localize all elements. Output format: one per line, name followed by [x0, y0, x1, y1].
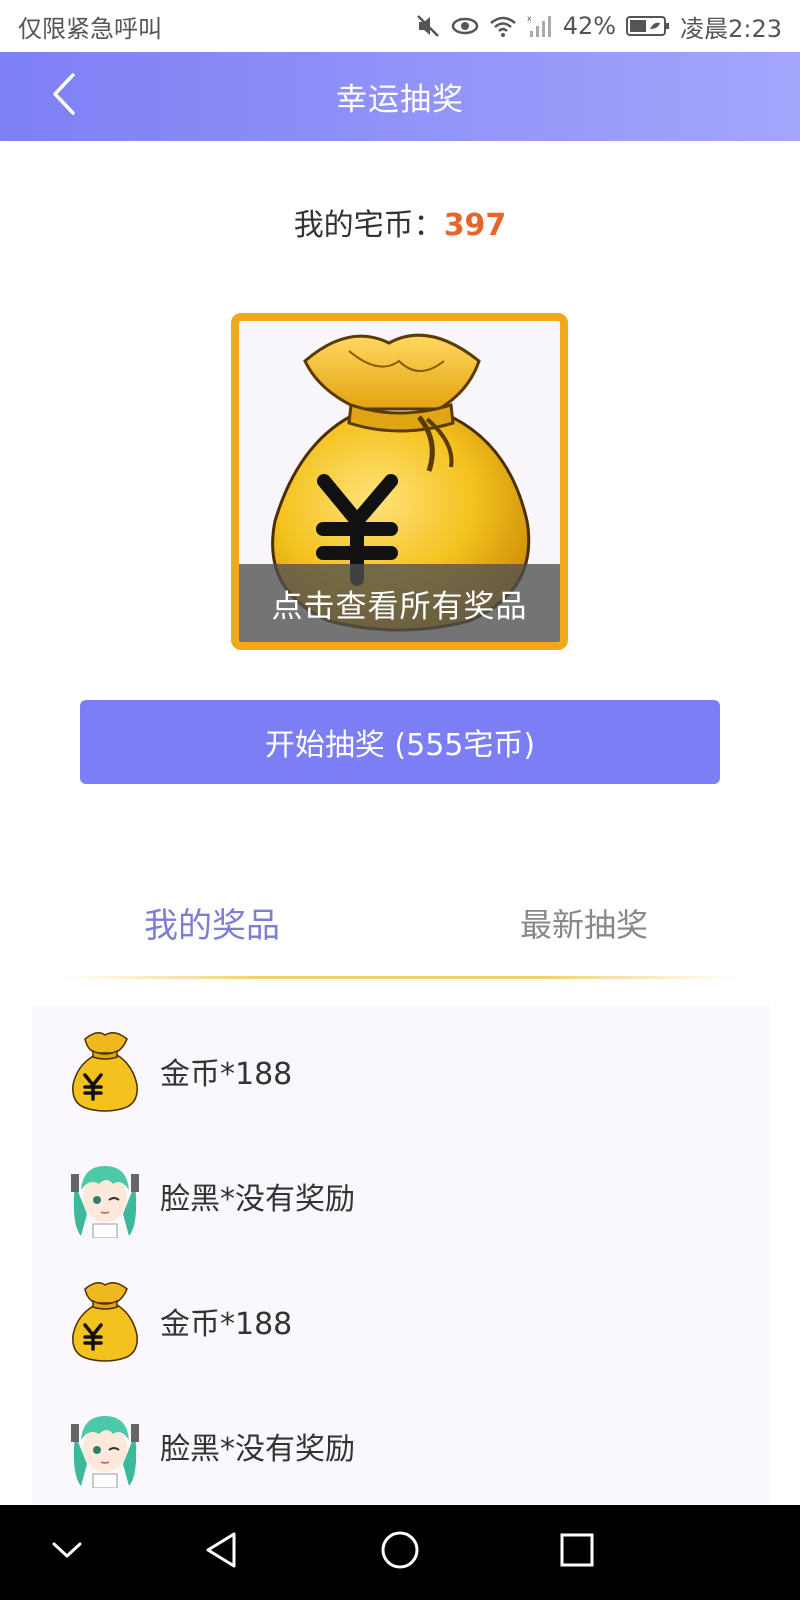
- list-item[interactable]: 脸黑*没有奖励: [32, 1386, 770, 1506]
- chevron-left-icon: [49, 71, 79, 121]
- signal-icon: x: [527, 13, 553, 39]
- prize-label: 金币*188: [160, 1307, 293, 1342]
- prize-label: 脸黑*没有奖励: [160, 1182, 355, 1217]
- money-bag-icon: [72, 1032, 138, 1112]
- nav-back-button[interactable]: [197, 1527, 247, 1577]
- list-item[interactable]: 金币*188: [32, 1261, 770, 1381]
- prize-tabs: 我的奖品 最新抽奖: [62, 880, 738, 980]
- eye-icon: [451, 13, 479, 39]
- back-button[interactable]: [44, 72, 84, 120]
- nav-collapse-button[interactable]: [42, 1527, 92, 1577]
- battery-percent: 42%: [562, 12, 617, 40]
- page-title: 幸运抽奖: [336, 82, 464, 118]
- status-emergency-text: 仅限紧急呼叫: [18, 14, 162, 43]
- start-draw-button[interactable]: 开始抽奖 (555宅币): [80, 700, 720, 784]
- status-bar: 仅限紧急呼叫 x 42% 凌晨2:23: [0, 0, 800, 52]
- anime-avatar-icon: [71, 1416, 139, 1488]
- wifi-icon: [489, 13, 517, 39]
- prize-list: 金币*188 脸黑*没有奖励 金币*188 脸黑*没有奖励: [32, 1005, 770, 1505]
- tab-my-prizes[interactable]: 我的奖品: [144, 898, 280, 947]
- tab-latest-draws[interactable]: 最新抽奖: [520, 900, 648, 946]
- list-item[interactable]: 脸黑*没有奖励: [32, 1136, 770, 1256]
- app-header: 幸运抽奖: [0, 52, 800, 141]
- list-item[interactable]: 金币*188: [32, 1011, 770, 1131]
- chevron-down-icon: [50, 1538, 84, 1566]
- status-icons: x 42% 凌晨2:23: [415, 9, 782, 44]
- anime-avatar-icon: [71, 1166, 139, 1238]
- prize-label: 脸黑*没有奖励: [160, 1432, 355, 1467]
- money-bag-icon: [72, 1282, 138, 1362]
- all-prizes-card[interactable]: 点击查看所有奖品: [231, 313, 568, 650]
- all-prizes-text: 点击查看所有奖品: [271, 588, 528, 625]
- nav-recents-button[interactable]: [552, 1527, 602, 1577]
- all-prizes-overlay: 点击查看所有奖品: [239, 564, 560, 642]
- svg-text:x: x: [527, 14, 532, 23]
- status-time: 凌晨2:23: [680, 14, 782, 43]
- nav-home-button[interactable]: [375, 1527, 425, 1577]
- battery-icon: [626, 14, 670, 38]
- tab-divider: [62, 976, 738, 979]
- back-triangle-icon: [202, 1530, 242, 1574]
- coin-balance-value: 397: [443, 208, 507, 243]
- system-nav-bar: [0, 1505, 800, 1600]
- prize-label: 金币*188: [160, 1057, 293, 1092]
- coin-balance-label: 我的宅币：: [293, 208, 444, 243]
- start-draw-label: 开始抽奖 (555宅币): [264, 728, 536, 763]
- mute-icon: [415, 13, 441, 39]
- coin-balance: 我的宅币：397: [0, 200, 800, 244]
- home-circle-icon: [379, 1529, 421, 1575]
- recents-square-icon: [558, 1531, 596, 1573]
